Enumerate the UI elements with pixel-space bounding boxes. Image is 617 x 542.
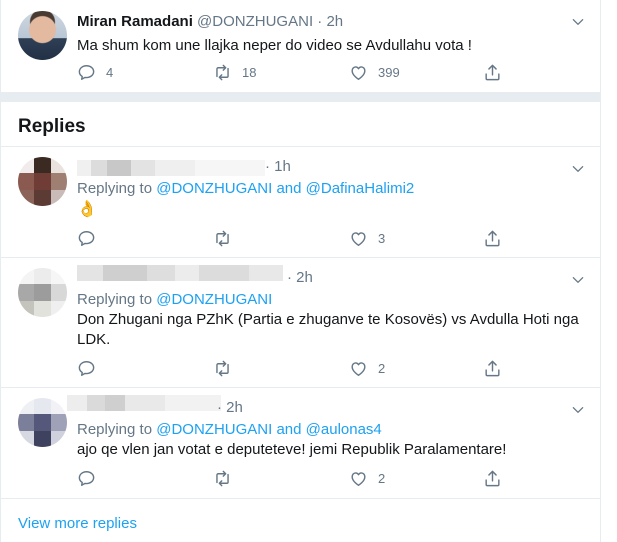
- mention-link[interactable]: @DONZHUGANI: [156, 421, 272, 438]
- chevron-down-icon[interactable]: [571, 15, 585, 29]
- tweet-time[interactable]: · 2h: [287, 269, 313, 286]
- like-icon: [351, 65, 366, 80]
- replying-and: and: [272, 180, 306, 197]
- replying-label: Replying to: [77, 421, 157, 438]
- share-button[interactable]: [483, 228, 502, 248]
- author-name-redacted[interactable]: [77, 160, 265, 176]
- reply-text-line: LDK.: [77, 331, 111, 348]
- tweet-time[interactable]: · 2h: [217, 399, 243, 416]
- retweet-icon: [216, 470, 229, 486]
- retweet-button[interactable]: 18: [213, 62, 256, 82]
- view-more-replies-link[interactable]: View more replies: [18, 515, 137, 532]
- reply-text-line: Don Zhugani nga PZhK (Partia e zhuganve …: [77, 311, 579, 328]
- divider: [1, 498, 601, 499]
- chevron-down-icon[interactable]: [571, 273, 585, 287]
- chevron-down-icon[interactable]: [571, 403, 585, 417]
- tweet-text: Ma shum kom une llajka neper do video se…: [77, 37, 472, 54]
- reply-button[interactable]: [77, 358, 96, 378]
- author-name-redacted[interactable]: [77, 265, 283, 281]
- author-handle[interactable]: @DONZHUGANI: [197, 13, 313, 30]
- reply-tweet[interactable]: · 2h Replying to @DONZHUGANI Don Zhugani…: [1, 258, 601, 387]
- replying-label: Replying to: [77, 180, 157, 197]
- mention-link[interactable]: @DafinaHalimi2: [306, 180, 415, 197]
- like-button[interactable]: 399: [349, 62, 400, 82]
- replying-to: Replying to @DONZHUGANI and @aulonas4: [77, 421, 382, 438]
- main-tweet[interactable]: Miran Ramadani @DONZHUGANI · 2h Ma shum …: [1, 0, 601, 92]
- avatar[interactable]: [18, 398, 67, 447]
- tweet-actions: 2: [77, 358, 507, 378]
- retweet-button[interactable]: [213, 468, 232, 488]
- reply-icon: [78, 64, 95, 80]
- replying-and: and: [272, 421, 306, 438]
- reply-button[interactable]: [77, 228, 96, 248]
- mention-link[interactable]: @aulonas4: [306, 421, 382, 438]
- reply-text: Don Zhugani nga PZhK (Partia e zhuganve …: [77, 310, 579, 350]
- ok-hand-emoji: 👌: [77, 201, 97, 218]
- reply-icon: [78, 230, 95, 246]
- share-icon: [485, 470, 500, 486]
- retweet-button[interactable]: [213, 358, 232, 378]
- like-count: 2: [378, 470, 386, 486]
- retweet-icon: [216, 230, 229, 246]
- reply-tweet[interactable]: · 2h Replying to @DONZHUGANI and @aulona…: [1, 388, 601, 498]
- chevron-down-icon[interactable]: [571, 162, 585, 176]
- share-button[interactable]: [483, 468, 502, 488]
- replying-label: Replying to: [77, 291, 157, 308]
- like-icon: [351, 361, 366, 376]
- reply-button[interactable]: [77, 468, 96, 488]
- reply-count: 4: [106, 64, 114, 80]
- retweet-icon: [216, 64, 229, 80]
- reply-button[interactable]: 4: [77, 62, 113, 82]
- tweet-thread-panel: Miran Ramadani @DONZHUGANI · 2h Ma shum …: [0, 0, 601, 542]
- share-button[interactable]: [483, 62, 502, 82]
- like-count: 399: [378, 64, 400, 80]
- reply-icon: [78, 360, 95, 376]
- tweet-actions: 2: [77, 468, 507, 488]
- replying-to: Replying to @DONZHUGANI and @DafinaHalim…: [77, 180, 414, 197]
- like-count: 3: [378, 230, 386, 246]
- mention-link[interactable]: @DONZHUGANI: [156, 291, 272, 308]
- replying-to: Replying to @DONZHUGANI: [77, 291, 272, 308]
- replies-heading: Replies: [18, 116, 86, 137]
- reply-tweet[interactable]: · 1h Replying to @DONZHUGANI and @Dafina…: [1, 147, 601, 257]
- retweet-count: 18: [242, 64, 257, 80]
- tweet-actions: 3: [77, 228, 507, 248]
- retweet-icon: [216, 360, 229, 376]
- reply-text: ajo qe vlen jan votat e deputeteve! jemi…: [77, 441, 507, 458]
- tweet-time[interactable]: 2h: [326, 13, 343, 30]
- avatar[interactable]: [18, 11, 67, 60]
- avatar[interactable]: [18, 268, 67, 317]
- like-icon: [351, 471, 366, 486]
- author-name-redacted[interactable]: [67, 395, 221, 411]
- share-icon: [485, 230, 500, 246]
- share-icon: [485, 360, 500, 376]
- share-button[interactable]: [483, 358, 502, 378]
- reply-icon: [78, 470, 95, 486]
- like-button[interactable]: 2: [349, 468, 385, 488]
- tweet-actions: 4 18 399: [77, 62, 507, 82]
- author-name[interactable]: Miran Ramadani: [77, 13, 193, 30]
- share-icon: [485, 64, 500, 80]
- tweet-header: Miran Ramadani @DONZHUGANI · 2h: [77, 13, 343, 30]
- like-button[interactable]: 3: [349, 228, 385, 248]
- like-count: 2: [378, 360, 386, 376]
- section-divider: [1, 92, 601, 102]
- like-icon: [351, 231, 366, 246]
- tweet-time[interactable]: · 1h: [265, 158, 291, 175]
- like-button[interactable]: 2: [349, 358, 385, 378]
- avatar[interactable]: [18, 157, 67, 206]
- retweet-button[interactable]: [213, 228, 232, 248]
- separator-dot: ·: [317, 13, 323, 30]
- mention-link[interactable]: @DONZHUGANI: [156, 180, 272, 197]
